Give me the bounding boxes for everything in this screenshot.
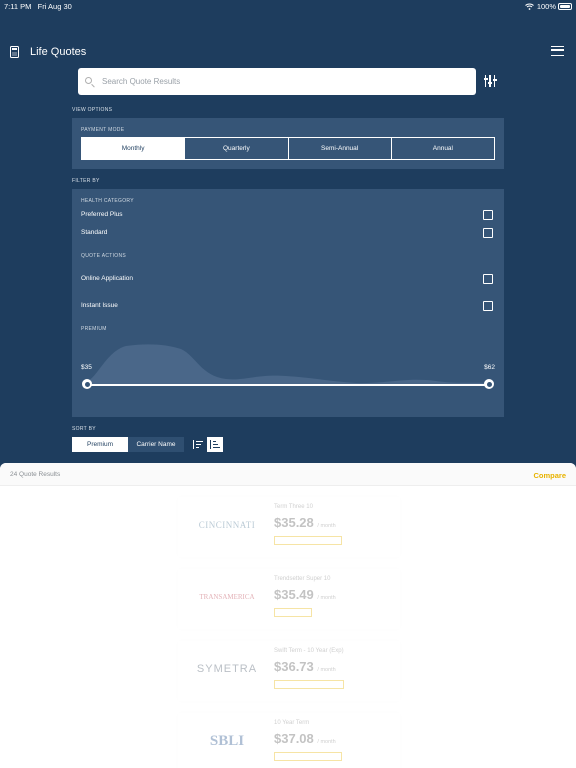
premium-slider-track[interactable] (87, 384, 489, 386)
carrier-logo: CINCINNATI (198, 520, 256, 530)
quote-card[interactable]: SBLI 10 Year Term $37.08 / month (178, 713, 400, 768)
sort-descending-icon[interactable] (190, 437, 206, 452)
sort-ascending-icon[interactable] (207, 437, 223, 452)
carrier-logo: SBLI (209, 732, 245, 749)
quote-tag (274, 536, 342, 545)
sort-by-selector: Premium Carrier Name (72, 437, 184, 452)
premium-slider-min-handle[interactable] (82, 379, 92, 389)
quote-plan-name: Swift Term - 10 Year (Exp) (274, 648, 344, 654)
filter-panel: HEALTH CATEGORY Preferred Plus Standard … (72, 189, 504, 417)
results-count: 24 Quote Results (10, 471, 61, 478)
premium-max-value: $62 (484, 364, 495, 371)
search-bar (78, 68, 476, 95)
quote-price: $37.08 / month (274, 731, 336, 746)
quote-card[interactable]: SYMETRA Swift Term - 10 Year (Exp) $36.7… (178, 641, 400, 701)
quote-price: $35.28 / month (274, 515, 336, 530)
payment-mode-annual[interactable]: Annual (392, 138, 494, 159)
premium-label: PREMIUM (81, 326, 107, 332)
calculator-icon (10, 46, 19, 58)
sort-carrier-name-button[interactable]: Carrier Name (128, 437, 184, 452)
payment-mode-selector: Monthly Quarterly Semi-Annual Annual (81, 137, 495, 160)
filter-online-application-checkbox[interactable] (483, 274, 493, 284)
filter-by-label: FILTER BY (72, 178, 100, 184)
battery-icon (558, 3, 572, 10)
quote-card[interactable]: TRANSAMERICA Trendsetter Super 10 $35.49… (178, 569, 400, 629)
quote-tag (274, 752, 342, 761)
status-time: 7:11 PM Fri Aug 30 (4, 2, 72, 11)
carrier-logo: TRANSAMERICA (199, 593, 255, 601)
premium-slider-max-handle[interactable] (484, 379, 494, 389)
quote-tag (274, 608, 312, 617)
quote-plan-name: Trendsetter Super 10 (274, 576, 331, 582)
results-header: 24 Quote Results Compare (0, 463, 576, 486)
payment-mode-monthly[interactable]: Monthly (82, 138, 186, 159)
status-bar: 7:11 PM Fri Aug 30 100% (0, 0, 576, 14)
compare-button[interactable]: Compare (533, 471, 566, 480)
quote-card[interactable]: CINCINNATI Term Three 10 $35.28 / month (178, 497, 400, 557)
sort-premium-button[interactable]: Premium (72, 437, 128, 452)
results-sheet: 24 Quote Results Compare CINCINNATI Term… (0, 463, 576, 768)
app-bar: Life Quotes (0, 44, 576, 62)
filter-standard-checkbox[interactable] (483, 228, 493, 238)
payment-mode-quarterly[interactable]: Quarterly (185, 138, 289, 159)
quote-plan-name: 10 Year Term (274, 720, 310, 726)
filter-instant-issue-checkbox[interactable] (483, 301, 493, 311)
payment-mode-label: PAYMENT MODE (81, 127, 125, 133)
app-title: Life Quotes (30, 46, 87, 58)
view-options-label: VIEW OPTIONS (72, 107, 113, 113)
premium-min-value: $35 (81, 364, 92, 371)
status-right: 100% (524, 2, 556, 11)
filter-sliders-icon[interactable] (484, 75, 497, 87)
payment-mode-semi-annual[interactable]: Semi-Annual (289, 138, 392, 159)
search-icon (85, 77, 92, 84)
hamburger-menu-icon[interactable] (551, 46, 564, 56)
wifi-icon (524, 3, 534, 10)
quote-tag (274, 680, 344, 689)
health-category-label: HEALTH CATEGORY (81, 198, 134, 204)
filter-online-application-label: Online Application (81, 275, 134, 282)
filter-standard-label: Standard (81, 229, 108, 236)
quote-price: $36.73 / month (274, 659, 336, 674)
quote-plan-name: Term Three 10 (274, 504, 313, 510)
filter-preferred-plus-checkbox[interactable] (483, 210, 493, 220)
battery-percent: 100% (536, 2, 556, 11)
premium-distribution-graph (86, 344, 490, 385)
search-input[interactable] (102, 68, 462, 95)
sort-by-label: SORT BY (72, 426, 96, 432)
filter-instant-issue-label: Instant Issue (81, 302, 118, 309)
quote-actions-label: QUOTE ACTIONS (81, 253, 127, 259)
filter-preferred-plus-label: Preferred Plus (81, 211, 123, 218)
carrier-logo: SYMETRA (196, 663, 258, 675)
quote-price: $35.49 / month (274, 587, 336, 602)
